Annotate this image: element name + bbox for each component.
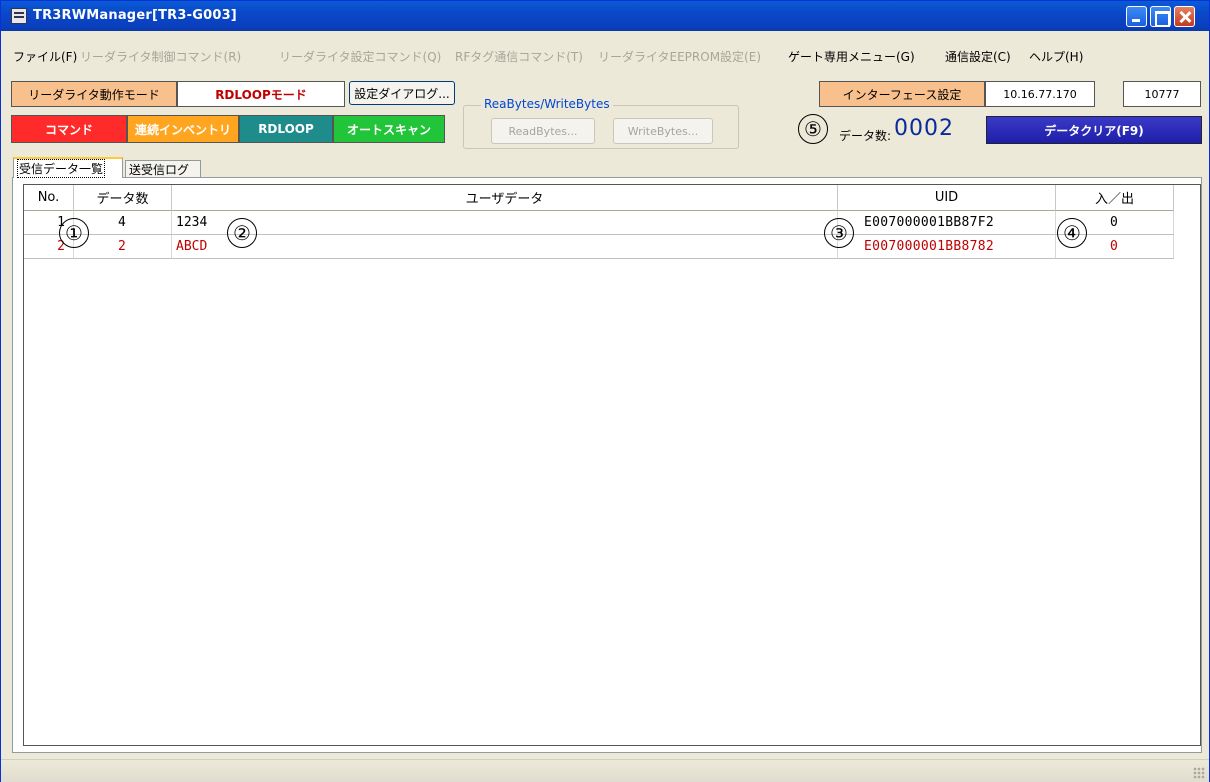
menu-comm-settings[interactable]: 通信設定(C)	[945, 48, 1011, 65]
rdloop-button[interactable]: RDLOOP	[239, 115, 333, 143]
header-uid[interactable]: UID	[838, 185, 1056, 211]
close-icon[interactable]	[1174, 6, 1195, 27]
callout-2: ②	[227, 218, 257, 248]
cell-uid: E007000001BB87F2	[838, 211, 1056, 234]
header-user-data[interactable]: ユーザデータ	[172, 185, 838, 211]
header-no[interactable]: No.	[24, 185, 74, 211]
cell-uid: E007000001BB8782	[838, 235, 1056, 258]
cell-count: 2	[74, 235, 172, 258]
menu-reader-control[interactable]: リーダライタ制御コマンド(R)	[80, 48, 241, 65]
menu-gate[interactable]: ゲート専用メニュー(G)	[788, 48, 915, 65]
mode-label: リーダライタ動作モード	[11, 81, 177, 107]
readwrite-group-title: ReaBytes/WriteBytes	[481, 97, 613, 111]
window-title: TR3RWManager[TR3-G003]	[33, 8, 237, 23]
app-icon	[11, 8, 27, 24]
resize-grip-icon[interactable]	[1193, 767, 1205, 779]
app-window: TR3RWManager[TR3-G003] ファイル(F) リーダライタ制御コ…	[0, 0, 1210, 782]
data-clear-button[interactable]: データクリア(F9)	[986, 116, 1202, 144]
menu-reader-settings[interactable]: リーダライタ設定コマンド(Q)	[279, 48, 441, 65]
table-row[interactable]: 1 4 1234 E007000001BB87F2 0	[24, 211, 1174, 235]
ip-address-field[interactable]: 10.16.77.170	[985, 81, 1095, 107]
interface-settings-button[interactable]: インターフェース設定	[819, 81, 985, 107]
cell-user-data: ABCD	[172, 235, 838, 258]
autoscan-button[interactable]: オートスキャン	[333, 115, 445, 143]
menu-eeprom[interactable]: リーダライタEEPROM設定(E)	[598, 48, 761, 65]
table-row[interactable]: 2 2 ABCD E007000001BB8782 0	[24, 235, 1174, 259]
callout-5: ⑤	[798, 114, 828, 144]
data-count-value: 0002	[894, 116, 954, 141]
port-field[interactable]: 10777	[1123, 81, 1201, 107]
title-bar[interactable]: TR3RWManager[TR3-G003]	[1, 1, 1209, 31]
tab-received-data[interactable]: 受信データ一覧	[13, 157, 123, 178]
menu-file[interactable]: ファイル(F)	[13, 48, 77, 65]
cell-user-data: 1234	[172, 211, 838, 234]
status-bar	[1, 759, 1209, 782]
tab-received-data-label: 受信データ一覧	[17, 159, 106, 178]
settings-dialog-button[interactable]: 設定ダイアログ...	[349, 81, 455, 105]
menu-help[interactable]: ヘルプ(H)	[1029, 48, 1083, 65]
write-bytes-button[interactable]: WriteBytes...	[613, 118, 713, 144]
mode-value: RDLOOPモード	[177, 81, 345, 107]
callout-1: ①	[59, 218, 89, 248]
menu-bar: ファイル(F) リーダライタ制御コマンド(R) リーダライタ設定コマンド(Q) …	[1, 31, 1209, 69]
callout-3: ③	[824, 218, 854, 248]
menu-rf-tag[interactable]: RFタグ通信コマンド(T)	[455, 48, 583, 65]
data-count-label: データ数:	[839, 129, 892, 143]
callout-4: ④	[1057, 218, 1087, 248]
tab-comm-log-label: 送受信ログ	[129, 163, 190, 177]
maximize-icon[interactable]	[1150, 6, 1171, 27]
command-button[interactable]: コマンド	[11, 115, 127, 143]
header-io[interactable]: 入／出	[1056, 185, 1174, 211]
minimize-icon[interactable]	[1126, 6, 1147, 27]
data-grid[interactable]: No. データ数 ユーザデータ UID 入／出 1 4 1234 E007000…	[23, 184, 1201, 746]
header-count[interactable]: データ数	[74, 185, 172, 211]
inventory-button[interactable]: 連続インベントリ	[127, 115, 239, 143]
read-bytes-button[interactable]: ReadBytes...	[491, 118, 595, 144]
tab-comm-log[interactable]: 送受信ログ	[125, 160, 201, 178]
